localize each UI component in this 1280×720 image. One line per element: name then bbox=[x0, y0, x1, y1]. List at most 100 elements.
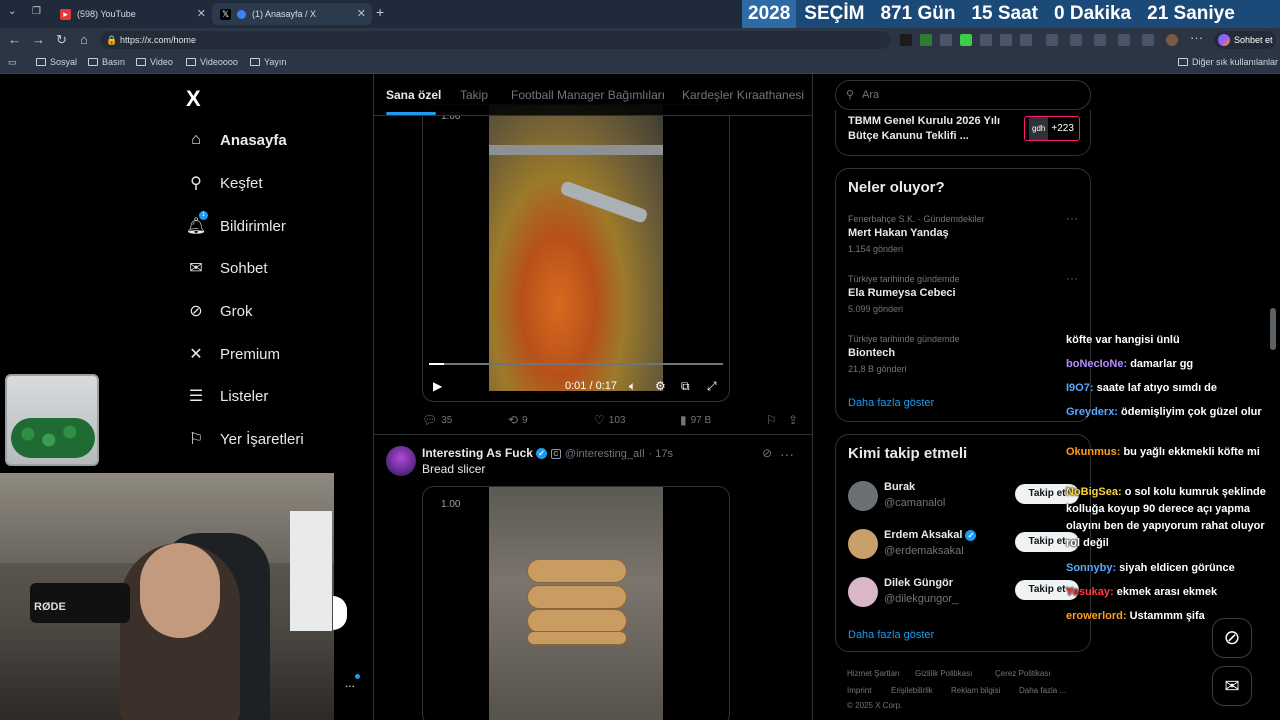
footer-link[interactable]: Çerez Politikası bbox=[995, 669, 1051, 678]
bookmark-label: Videoooo bbox=[200, 57, 238, 67]
nav-lists[interactable]: ☰ Listeler bbox=[186, 386, 269, 406]
promoted-badge[interactable]: gdh +223 bbox=[1024, 116, 1080, 141]
settings-icon[interactable] bbox=[1020, 34, 1032, 46]
close-tab-icon[interactable]: ✕ bbox=[197, 7, 206, 20]
collections-icon[interactable] bbox=[1094, 34, 1106, 46]
bookmark-folder[interactable]: Basın bbox=[88, 57, 125, 67]
page-scrollbar[interactable] bbox=[1270, 308, 1276, 350]
tweet-author[interactable]: Interesting As Fuck ✓ C @interesting_aIl · 1… bbox=[422, 446, 673, 460]
tab-following[interactable]: Takip bbox=[460, 88, 488, 102]
more-icon[interactable]: ··· bbox=[1066, 211, 1078, 225]
video-frame[interactable] bbox=[489, 105, 663, 391]
reading-list-icon[interactable]: ▭ bbox=[8, 57, 17, 68]
extension-icon[interactable] bbox=[940, 34, 952, 46]
bookmark-folder[interactable]: Video bbox=[136, 57, 173, 67]
views-button[interactable]: ▮ 97 B bbox=[680, 413, 711, 427]
nav-home[interactable]: ⌂ Anasayfa bbox=[186, 130, 287, 150]
author-handle: @interesting_aIl bbox=[564, 448, 645, 460]
footer-link[interactable]: Gizlilik Politikası bbox=[915, 669, 972, 678]
trend-count: 21,8 B gönderi bbox=[848, 364, 907, 374]
nav-messages[interactable]: ✉ Sohbet bbox=[186, 258, 267, 278]
volume-icon[interactable]: 🔈︎ bbox=[629, 379, 636, 394]
more-icon[interactable]: ··· bbox=[1066, 271, 1078, 285]
url-field[interactable]: 🔒 https://x.com/home bbox=[100, 31, 890, 49]
share-button[interactable]: ⇪ bbox=[788, 413, 802, 427]
grok-button[interactable]: ⊘ bbox=[1212, 618, 1252, 658]
settings-icon[interactable]: ⚙ bbox=[655, 379, 666, 393]
trend-name[interactable]: Ela Rumeysa Cebeci bbox=[848, 287, 956, 299]
tab-list-football-manager[interactable]: Football Manager Bağımlıları bbox=[511, 88, 665, 102]
show-more-link[interactable]: Daha fazla göster bbox=[848, 629, 934, 641]
close-tab-icon[interactable]: ✕ bbox=[357, 7, 366, 20]
avatar[interactable] bbox=[848, 577, 878, 607]
footer-link[interactable]: Hizmet Şartları bbox=[847, 669, 900, 678]
nav-premium[interactable]: ✕ Premium bbox=[186, 344, 280, 364]
tab-for-you[interactable]: Sana özel bbox=[386, 88, 441, 102]
back-icon[interactable]: ← bbox=[8, 32, 21, 47]
timeline: Sana özel Takip Football Manager Bağımlı… bbox=[373, 74, 813, 720]
new-tab-button[interactable]: + bbox=[376, 4, 384, 20]
bookmark-folder[interactable]: Videoooo bbox=[186, 57, 238, 67]
video-frame[interactable] bbox=[489, 487, 663, 720]
grok-explain-icon[interactable]: ⊘ bbox=[762, 446, 772, 460]
show-more-link[interactable]: Daha fazla göster bbox=[848, 397, 934, 409]
extension-icon[interactable] bbox=[1000, 34, 1012, 46]
messages-button[interactable]: ✉ bbox=[1212, 666, 1252, 706]
fullscreen-icon[interactable]: ⤢ bbox=[707, 379, 717, 394]
tab-x-home[interactable]: 𝕏 (1) Anasayfa / X ✕ bbox=[212, 3, 372, 25]
webcam-head bbox=[140, 543, 220, 638]
trend-name[interactable]: Biontech bbox=[848, 347, 895, 359]
search-input[interactable]: ⚲ Ara bbox=[835, 80, 1091, 110]
tab-list-kardesler[interactable]: Kardeşler Kıraathanesi bbox=[682, 88, 804, 102]
chat-message: köfte var hangisi ünlü bbox=[1066, 332, 1270, 349]
x-logo[interactable]: X bbox=[186, 86, 201, 112]
avatar[interactable] bbox=[386, 446, 416, 476]
footer-link[interactable]: Daha fazla ... bbox=[1019, 686, 1066, 695]
refresh-icon[interactable]: ↻ bbox=[56, 32, 67, 48]
extension-icon[interactable] bbox=[980, 34, 992, 46]
browser-essentials-icon[interactable] bbox=[1142, 34, 1154, 46]
author-name: Interesting As Fuck bbox=[422, 446, 533, 460]
footer-link[interactable]: Erişilebilirlik bbox=[891, 686, 933, 695]
extension-icon[interactable] bbox=[960, 34, 972, 46]
heart-icon[interactable] bbox=[1118, 34, 1130, 46]
profile-avatar[interactable] bbox=[1166, 34, 1178, 46]
nav-grok[interactable]: ⊘ Grok bbox=[186, 301, 252, 321]
extension-icon[interactable] bbox=[920, 34, 932, 46]
video-player[interactable]: 1.00 ▶ 0:01 / 0:17 🔈︎ ⚙ ⧉ ⤢ bbox=[422, 104, 730, 402]
workspaces-icon[interactable]: ❐ bbox=[32, 6, 41, 17]
like-button[interactable]: ♡ 103 bbox=[594, 413, 625, 427]
more-menu-icon[interactable]: ··· bbox=[1190, 30, 1203, 45]
nav-bookmarks[interactable]: ⚐ Yer İşaretleri bbox=[186, 429, 304, 449]
video-player[interactable]: 1.00 bbox=[422, 486, 730, 720]
promoted-trend-card[interactable]: TBMM Genel Kurulu 2026 Yılı Bütçe Kanunu… bbox=[835, 110, 1091, 156]
bookmark-button[interactable]: ⚐ bbox=[766, 413, 781, 427]
badge-count: +223 bbox=[1051, 123, 1074, 134]
more-options-button[interactable]: ... bbox=[345, 674, 360, 690]
bookmark-icon: ⚐ bbox=[766, 413, 777, 427]
more-icon[interactable]: ··· bbox=[780, 446, 794, 462]
forward-icon[interactable]: → bbox=[32, 32, 45, 47]
home-icon[interactable]: ⌂ bbox=[80, 32, 88, 47]
favorites-icon[interactable] bbox=[1070, 34, 1082, 46]
footer-link[interactable]: Imprint bbox=[847, 686, 871, 695]
pip-icon[interactable]: ⧉ bbox=[681, 379, 690, 394]
copilot-chat-button[interactable]: Sohbet et bbox=[1214, 31, 1276, 49]
play-icon[interactable]: ▶ bbox=[433, 379, 442, 393]
split-screen-icon[interactable] bbox=[1046, 34, 1058, 46]
search-placeholder: Ara bbox=[862, 89, 880, 101]
tab-actions-icon[interactable]: ⌄ bbox=[8, 6, 16, 17]
video-progress-bar[interactable] bbox=[429, 363, 723, 365]
extension-icon[interactable] bbox=[900, 34, 912, 46]
avatar[interactable] bbox=[848, 481, 878, 511]
trend-name[interactable]: Mert Hakan Yandaş bbox=[848, 227, 949, 239]
reply-button[interactable]: 💬︎ 35 bbox=[422, 413, 452, 427]
bookmark-folder[interactable]: Sosyal bbox=[36, 57, 77, 67]
bookmark-folder[interactable]: Yayın bbox=[250, 57, 286, 67]
tab-youtube[interactable]: ▸ (598) YouTube ✕ bbox=[52, 3, 212, 25]
footer-link[interactable]: Reklam bilgisi bbox=[951, 686, 1000, 695]
repost-button[interactable]: ⟲ 9 bbox=[508, 413, 528, 427]
nav-explore[interactable]: ⚲ Keşfet bbox=[186, 173, 262, 193]
avatar[interactable] bbox=[848, 529, 878, 559]
other-bookmarks[interactable]: Diğer sık kullanılanlar bbox=[1178, 57, 1278, 67]
